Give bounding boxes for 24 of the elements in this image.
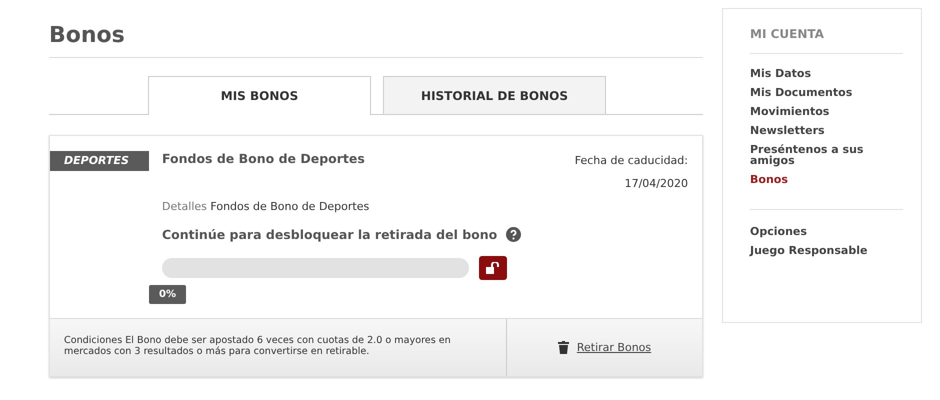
category-label: DEPORTES [50,151,149,171]
menu-item[interactable]: Movimientos [750,106,903,117]
expiry-date: 17/04/2020 [624,177,688,190]
menu-item[interactable]: Newsletters [750,125,903,136]
unlock-badge [479,256,507,280]
panel-title: MI CUENTA [750,27,903,54]
progress-reading: 0% [149,285,186,304]
page-title: Bonos [49,23,703,58]
tab[interactable]: MIS BONOS [148,76,371,115]
details-text: Detalles Fondos de Bono de Deportes [162,200,370,213]
menu-item[interactable]: Bonos [750,174,903,185]
withdraw-link[interactable]: Retirar Bonos [576,341,652,354]
menu-item[interactable]: Preséntenos a sus amigos [750,144,903,166]
menu-item[interactable]: Mis Documentos [750,87,903,98]
menu-item[interactable]: Mis Datos [750,68,903,79]
expiry-label: Fecha de caducidad: [574,154,688,167]
menu-item[interactable]: Juego Responsable [750,245,903,256]
tab[interactable]: HISTORIAL DE BONOS [383,76,606,114]
bonus-name: Fondos de Bono de Deportes [162,151,365,168]
conditions-text: Condiciones El Bono debe ser apostado 6 veces con cuotas de 2.0 o mayores en mercados con 3 resultados o más para convertirse en retirable. [50,319,507,376]
progress-title: Continúe para desbloquear la retirada del bono [162,227,498,242]
menu-item[interactable]: Opciones [750,226,903,237]
help-icon[interactable] [506,227,522,242]
trash-icon[interactable] [558,341,569,354]
